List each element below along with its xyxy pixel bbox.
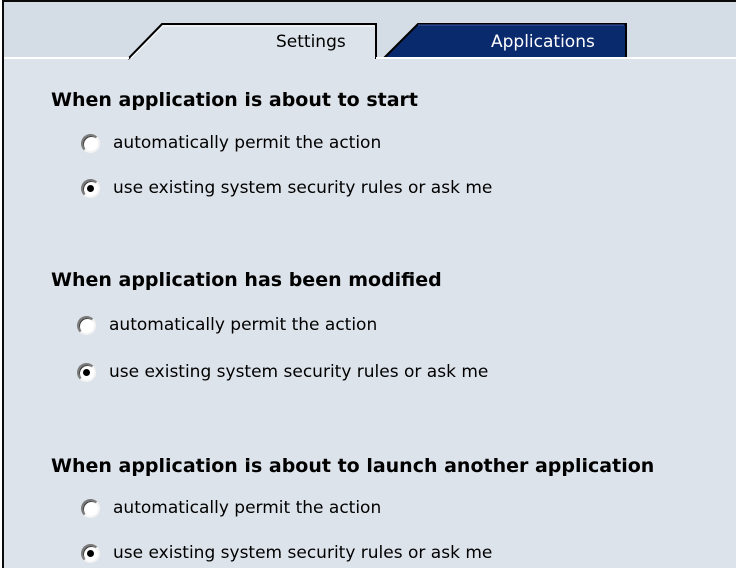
radio-button[interactable]: [81, 133, 100, 153]
option-modified-use-rules[interactable]: use existing system security rules or as…: [77, 361, 488, 383]
option-label: use existing system security rules or as…: [113, 543, 493, 563]
option-label: automatically permit the action: [109, 315, 378, 335]
tab-strip-graphics: [4, 23, 736, 60]
option-start-use-rules[interactable]: use existing system security rules or as…: [81, 177, 492, 199]
radio-button-selected[interactable]: [81, 543, 100, 563]
section-modified: When application has been modified: [51, 269, 736, 291]
section-launch-another: When application is about to launch anot…: [51, 455, 736, 477]
section-title: When application is about to start: [51, 89, 418, 111]
option-launch-use-rules[interactable]: use existing system security rules or as…: [81, 542, 492, 564]
tab-applications[interactable]: Applications: [491, 32, 595, 52]
settings-panel: Settings Applications When application i…: [2, 0, 736, 568]
radio-button-selected[interactable]: [77, 362, 96, 382]
radio-button[interactable]: [81, 498, 100, 518]
option-start-permit[interactable]: automatically permit the action: [81, 132, 381, 154]
section-about-to-start: When application is about to start: [51, 89, 736, 111]
radio-button[interactable]: [77, 315, 96, 335]
section-title: When application has been modified: [51, 269, 442, 291]
option-label: automatically permit the action: [113, 498, 382, 518]
option-label: use existing system security rules or as…: [113, 178, 493, 198]
tab-settings[interactable]: Settings: [276, 32, 346, 52]
section-title: When application is about to launch anot…: [51, 455, 655, 477]
radio-button-selected[interactable]: [81, 178, 100, 198]
option-label: use existing system security rules or as…: [109, 362, 489, 382]
option-launch-permit[interactable]: automatically permit the action: [81, 497, 381, 519]
option-modified-permit[interactable]: automatically permit the action: [77, 314, 377, 336]
option-label: automatically permit the action: [113, 133, 382, 153]
